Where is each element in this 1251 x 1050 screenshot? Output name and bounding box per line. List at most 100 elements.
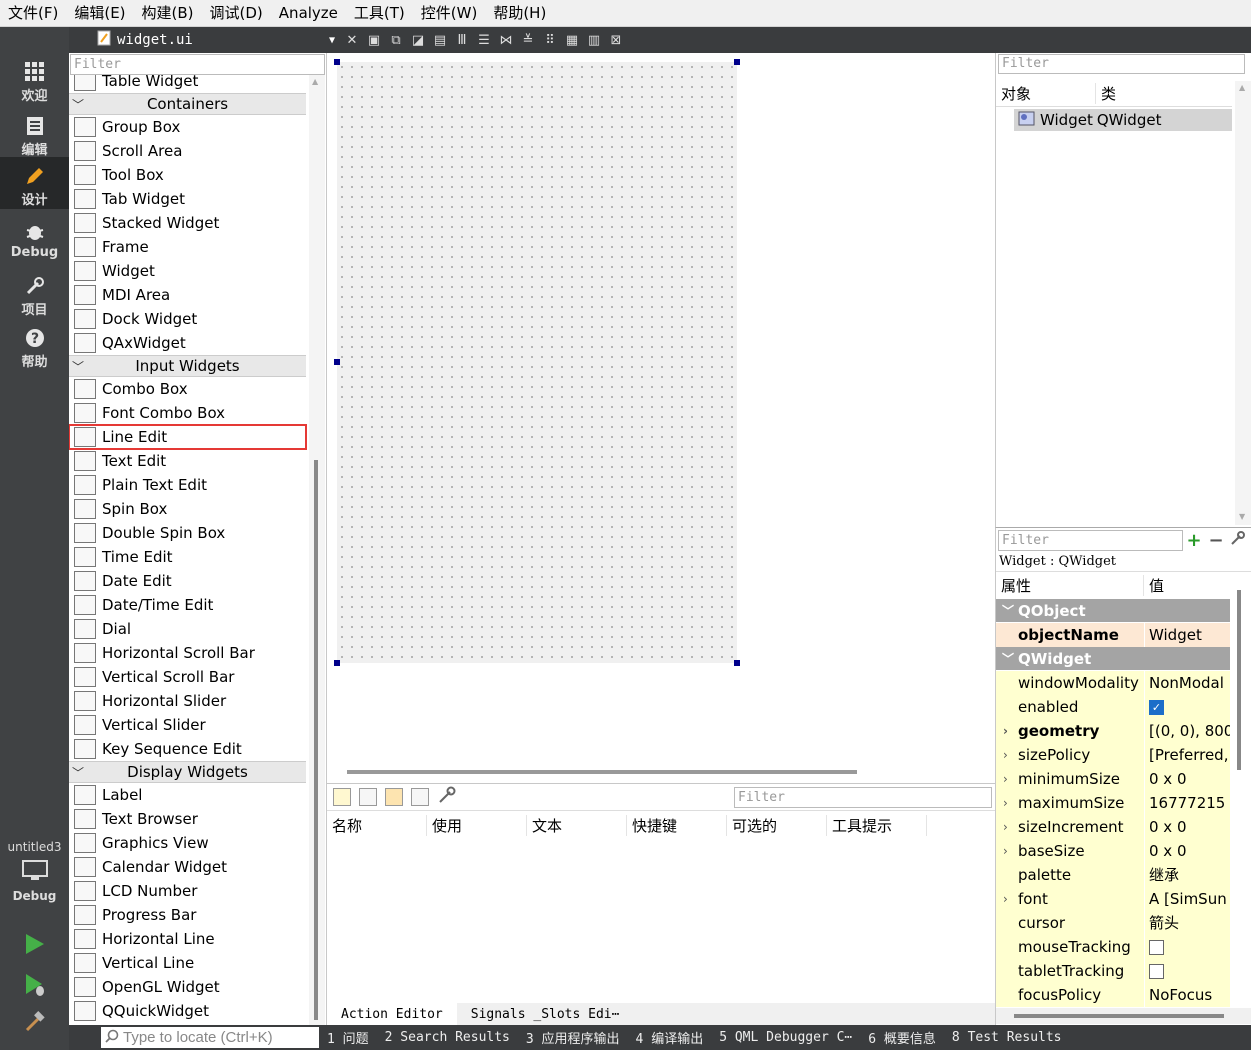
widget-item[interactable]: Vertical Scroll Bar	[69, 665, 306, 689]
widget-item[interactable]: Tab Widget	[69, 187, 306, 211]
property-row[interactable]: › baseSize 0 x 0	[996, 838, 1251, 863]
resize-handle[interactable]	[334, 359, 340, 365]
widget-item[interactable]: Vertical Slider	[69, 713, 306, 737]
property-row[interactable]: › font A [SimSun	[996, 886, 1251, 911]
property-row[interactable]: mouseTracking	[996, 934, 1251, 959]
widget-item[interactable]: Time Edit	[69, 545, 306, 569]
widget-item[interactable]: OpenGL Widget	[69, 975, 306, 999]
property-value[interactable]: 16777215 .	[1144, 790, 1230, 815]
property-row[interactable]: › geometry [(0, 0), 800 .	[996, 718, 1251, 743]
widget-item[interactable]: LCD Number	[69, 879, 306, 903]
object-row-widget[interactable]: Widget QWidget	[1014, 109, 1232, 131]
open-file-selector[interactable]: widget.ui ▼	[69, 27, 341, 53]
adjust-size-icon[interactable]: ⊠	[605, 30, 627, 50]
edit-tab-order-icon[interactable]: ▤	[429, 30, 451, 50]
scrollbar-thumb[interactable]	[314, 460, 318, 1020]
session-selector[interactable]: untitled3 Debug	[0, 840, 69, 903]
property-value[interactable]: 0 x 0	[1144, 766, 1230, 791]
object-filter-input[interactable]: Filter	[998, 54, 1245, 74]
scroll-up-icon[interactable]: ▲	[312, 77, 318, 86]
resize-handle[interactable]	[734, 660, 740, 666]
mode-welcome[interactable]: 欢迎	[0, 61, 69, 111]
debug-run-icon[interactable]	[24, 973, 46, 1001]
output-pane-tab[interactable]: 1 问题	[319, 1028, 377, 1047]
output-pane-tab[interactable]: 6 概要信息	[860, 1028, 944, 1047]
widget-item[interactable]: Label	[69, 783, 306, 807]
property-value[interactable]: [(0, 0), 800 .	[1144, 718, 1230, 743]
menu-item[interactable]: Analyze	[271, 0, 346, 27]
edit-signals-icon[interactable]: ⧉	[385, 30, 407, 50]
mode-debug[interactable]: Debug	[0, 221, 69, 265]
menu-item[interactable]: 文件(F)	[0, 0, 66, 27]
property-value[interactable]: A [SimSun	[1144, 886, 1230, 911]
layout-grid-icon[interactable]: ▦	[561, 30, 583, 50]
editor-tab[interactable]: Action Editor	[327, 1003, 457, 1026]
widget-item[interactable]: Widget	[69, 259, 306, 283]
output-pane-tab[interactable]: 8 Test Results	[944, 1030, 1070, 1045]
menu-item[interactable]: 构建(B)	[134, 0, 202, 27]
canvas-horizontal-scrollbar[interactable]	[347, 770, 857, 774]
property-row[interactable]: tabletTracking	[996, 958, 1251, 983]
widget-item[interactable]: Date Edit	[69, 569, 306, 593]
menu-item[interactable]: 编辑(E)	[66, 0, 133, 27]
property-row[interactable]: cursor 箭头	[996, 910, 1251, 935]
configure-icon[interactable]	[437, 785, 457, 809]
scroll-up-icon[interactable]: ▲	[1239, 83, 1245, 92]
widget-item[interactable]: Key Sequence Edit	[69, 737, 306, 761]
menu-item[interactable]: 帮助(H)	[485, 0, 554, 27]
add-property-icon[interactable]: +	[1183, 530, 1205, 551]
menu-item[interactable]: 工具(T)	[346, 0, 413, 27]
property-value[interactable]: Widget	[1144, 622, 1230, 647]
property-row[interactable]: › sizeIncrement 0 x 0	[996, 814, 1251, 839]
layout-v-splitter-icon[interactable]: ≚	[517, 30, 539, 50]
property-row[interactable]: enabled ✓	[996, 694, 1251, 719]
checkbox[interactable]	[1149, 963, 1164, 979]
break-layout-icon[interactable]: ▥	[583, 30, 605, 50]
widget-item[interactable]: Spin Box	[69, 497, 306, 521]
resize-handle[interactable]	[734, 59, 740, 65]
edit-buddies-icon[interactable]: ◪	[407, 30, 429, 50]
property-row[interactable]: › maximumSize 16777215 .	[996, 790, 1251, 815]
checkbox[interactable]	[1149, 939, 1164, 955]
remove-property-icon[interactable]: −	[1205, 530, 1227, 551]
widget-item[interactable]: Calendar Widget	[69, 855, 306, 879]
property-value[interactable]	[1144, 934, 1230, 959]
layout-vertical-icon[interactable]: ☰	[473, 30, 495, 50]
widget-item[interactable]: Plain Text Edit	[69, 473, 306, 497]
widget-category-header[interactable]: ﹀ Containers	[69, 93, 306, 115]
property-scrollbar-thumb[interactable]	[1237, 590, 1241, 770]
paste-action-icon[interactable]	[385, 788, 403, 806]
menu-item[interactable]: 控件(W)	[413, 0, 486, 27]
output-pane-tab[interactable]: 3 应用程序输出	[518, 1028, 628, 1047]
widget-category-header[interactable]: ﹀ Input Widgets	[69, 355, 306, 377]
action-filter-input[interactable]: Filter	[734, 787, 992, 808]
form-widget[interactable]	[337, 62, 737, 663]
property-value[interactable]: [Preferred, .	[1144, 742, 1230, 767]
menu-item[interactable]: 调试(D)	[202, 0, 271, 27]
widget-item[interactable]: QQuickWidget	[69, 999, 306, 1023]
object-inspector-scrollbar[interactable]: ▲ ▼	[1235, 81, 1251, 525]
property-value[interactable]: 0 x 0	[1144, 838, 1230, 863]
widget-item[interactable]: Dial	[69, 617, 306, 641]
widget-item[interactable]: QAxWidget	[69, 331, 306, 355]
property-row[interactable]: objectName Widget	[996, 622, 1251, 647]
checkbox[interactable]: ✓	[1149, 699, 1164, 715]
close-icon[interactable]: ✕	[341, 30, 363, 50]
widget-item[interactable]: Stacked Widget	[69, 211, 306, 235]
widget-item[interactable]: Vertical Line	[69, 951, 306, 975]
property-value[interactable]	[1144, 958, 1230, 983]
copy-action-icon[interactable]	[359, 788, 377, 806]
layout-horizontal-icon[interactable]: Ⅲ	[451, 30, 473, 50]
widget-item[interactable]: Graphics View	[69, 831, 306, 855]
output-pane-tab[interactable]: 5 QML Debugger C⋯	[711, 1030, 860, 1045]
property-row[interactable]: palette 继承	[996, 862, 1251, 887]
mode-design[interactable]: 设计	[0, 157, 69, 209]
widget-item[interactable]: Tool Box	[69, 163, 306, 187]
mode-project[interactable]: 项目	[0, 275, 69, 319]
property-value[interactable]: 继承	[1144, 862, 1230, 887]
widget-category-header[interactable]: ﹀ Display Widgets	[69, 761, 306, 783]
widget-box-scrollbar[interactable]: ▲	[309, 75, 325, 1025]
configure-icon[interactable]	[1227, 530, 1249, 551]
new-action-icon[interactable]	[333, 788, 351, 806]
property-row[interactable]: windowModality NonModal	[996, 670, 1251, 695]
